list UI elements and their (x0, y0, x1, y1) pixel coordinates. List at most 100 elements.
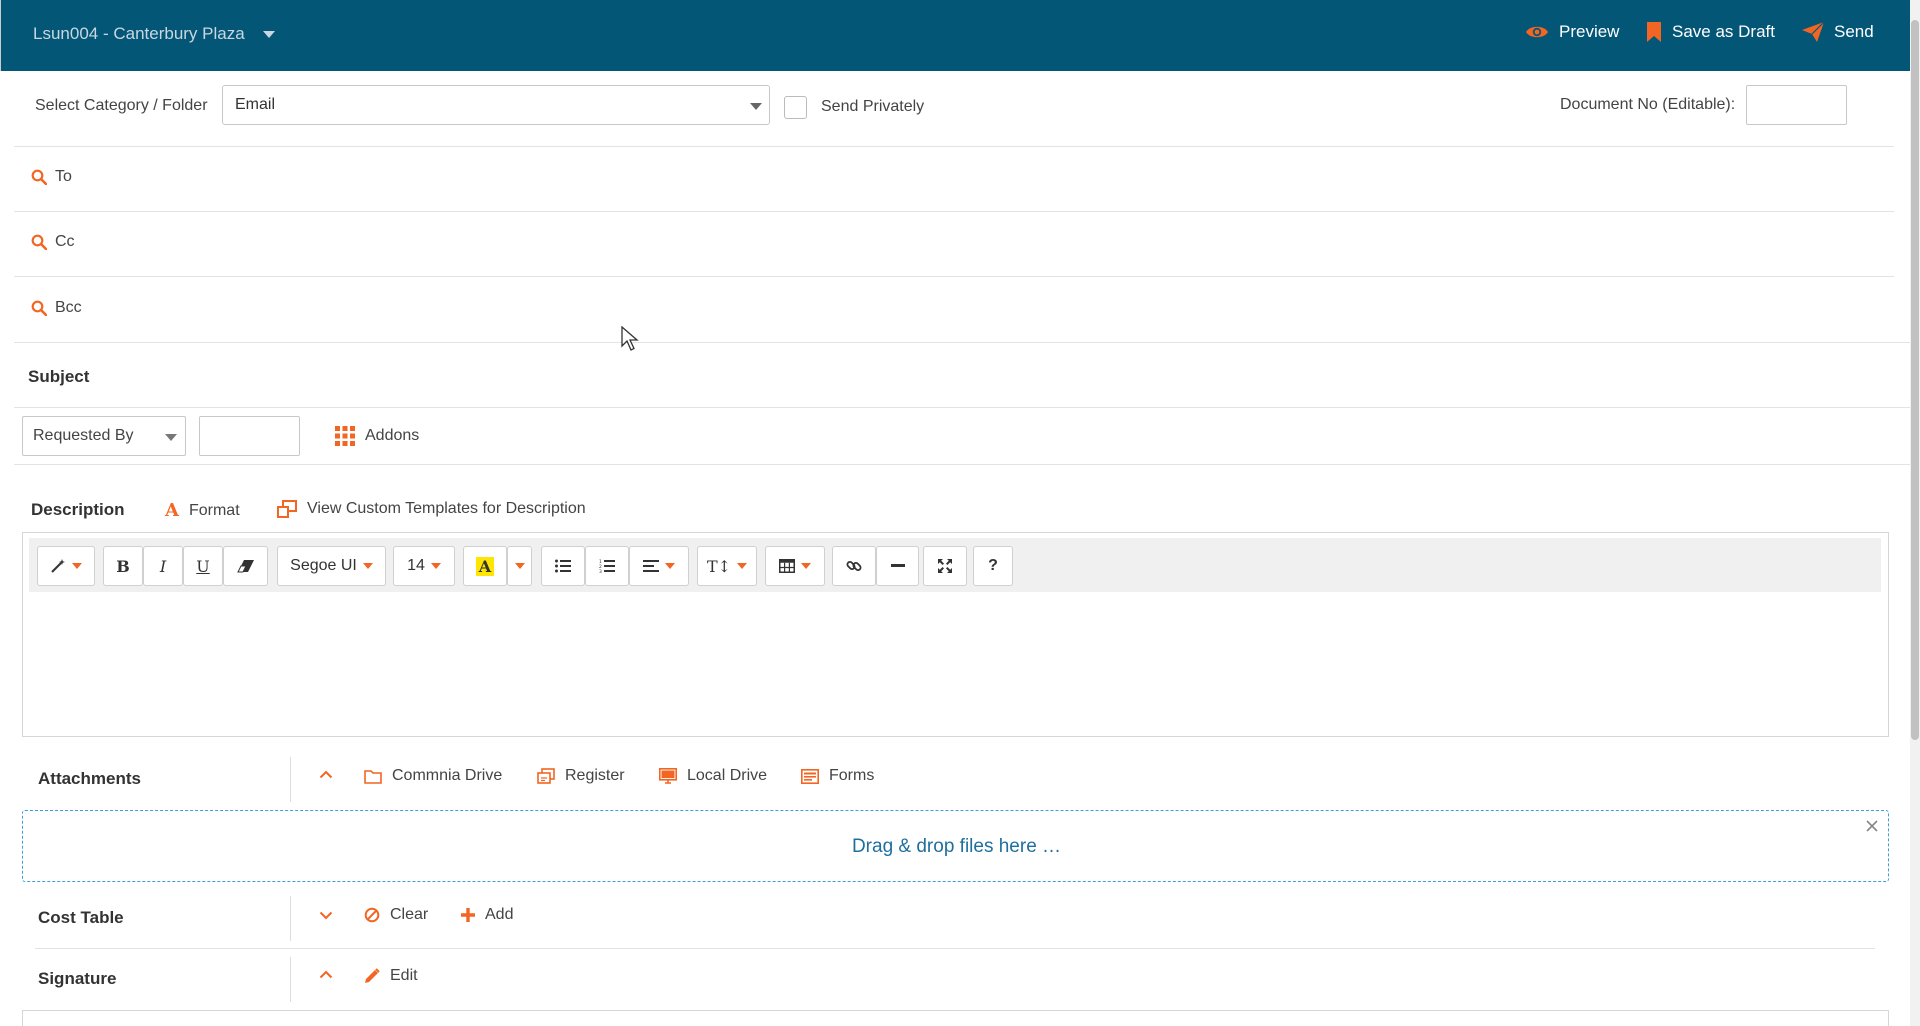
highlight-color-dropdown[interactable] (507, 546, 532, 586)
insert-link-button[interactable] (832, 546, 876, 586)
forms-icon (801, 768, 819, 784)
attachments-label: Attachments (38, 769, 141, 788)
search-icon (31, 300, 47, 316)
chevron-down-icon (72, 563, 82, 569)
line-height-dropdown[interactable]: T↕ (697, 546, 757, 586)
underline-button[interactable]: U (183, 546, 223, 586)
highlight-color-button[interactable]: A (463, 546, 507, 586)
magic-wand-icon (50, 558, 66, 574)
font-size-dropdown[interactable]: 14 (393, 546, 455, 586)
custom-templates-button[interactable]: View Custom Templates for Description (277, 500, 586, 518)
chevron-down-icon (362, 563, 373, 569)
chevron-up-icon[interactable] (319, 970, 333, 979)
project-selector[interactable]: Lsun004 - Canterbury Plaza (33, 24, 245, 44)
addons-button[interactable]: Addons (335, 426, 419, 446)
numbered-list-button[interactable]: 123 (585, 546, 629, 586)
format-label: Format (188, 501, 240, 519)
send-privately-checkbox[interactable] (784, 96, 807, 119)
folder-icon (364, 769, 382, 784)
chevron-down-icon (514, 563, 525, 569)
copy-window-icon (277, 500, 297, 518)
numbered-list-icon: 123 (599, 559, 615, 573)
horizontal-rule-button[interactable] (876, 546, 919, 586)
chevron-down-icon[interactable] (319, 911, 333, 920)
fullscreen-button[interactable] (923, 546, 967, 586)
text-height-icon: T↕ (706, 556, 732, 576)
bookmark-icon (1646, 22, 1662, 42)
magic-wand-dropdown[interactable] (37, 546, 95, 586)
chevron-down-icon[interactable] (263, 31, 275, 38)
table-dropdown[interactable] (765, 546, 825, 586)
paragraph-align-dropdown[interactable] (629, 546, 689, 586)
search-icon (31, 169, 47, 185)
chevron-up-icon[interactable] (319, 770, 333, 779)
edit-label: Edit (390, 967, 418, 984)
scrollbar-thumb[interactable] (1911, 20, 1919, 740)
divider (14, 464, 1910, 465)
local-drive-button[interactable]: Local Drive (659, 767, 767, 785)
divider (290, 896, 291, 941)
send-privately-label: Send Privately (821, 98, 925, 115)
eraser-button[interactable] (223, 546, 268, 586)
edit-signature-button[interactable]: Edit (364, 967, 418, 985)
help-button[interactable]: ? (973, 546, 1013, 586)
horizontal-rule-icon (890, 564, 905, 568)
local-drive-label: Local Drive (687, 767, 768, 784)
link-icon (846, 558, 862, 574)
send-label: Send (1834, 22, 1874, 41)
grid-icon (335, 426, 355, 446)
document-no-label: Document No (Editable): (1560, 96, 1736, 113)
monitor-icon (659, 768, 677, 784)
format-button[interactable]: A Format (165, 500, 240, 521)
cursor-icon (621, 326, 639, 352)
eye-icon (1525, 24, 1549, 40)
bcc-field[interactable]: Bcc (31, 299, 82, 317)
preview-button[interactable]: Preview (1525, 22, 1619, 42)
commnia-drive-button[interactable]: Commnia Drive (364, 767, 502, 785)
chevron-down-icon (801, 563, 811, 569)
divider (290, 757, 291, 802)
font-family-value: Segoe UI (290, 557, 357, 574)
bullet-list-button[interactable] (541, 546, 585, 586)
dropzone-text: Drag & drop files here … (851, 836, 1062, 857)
to-field[interactable]: To (31, 168, 72, 186)
cc-label: Cc (55, 233, 75, 250)
search-icon (31, 234, 47, 250)
font-family-dropdown[interactable]: Segoe UI (277, 546, 386, 586)
add-button[interactable]: Add (461, 906, 513, 924)
clear-button[interactable]: Clear (364, 906, 428, 924)
bullet-list-icon (555, 559, 571, 573)
font-size-value: 14 (407, 557, 425, 574)
forms-label: Forms (829, 767, 875, 784)
save-draft-label: Save as Draft (1672, 22, 1775, 41)
commnia-drive-label: Commnia Drive (392, 767, 503, 784)
divider (14, 407, 1910, 408)
bcc-label: Bcc (55, 299, 82, 316)
top-bar (0, 0, 1910, 71)
cc-field[interactable]: Cc (31, 233, 75, 251)
chevron-down-icon (165, 434, 177, 441)
close-icon[interactable] (1865, 819, 1879, 833)
requested-by-select[interactable]: Requested By (22, 416, 186, 456)
subject-field[interactable]: Subject (28, 367, 89, 387)
document-no-input[interactable] (1746, 85, 1847, 125)
requested-by-value: Requested By (33, 427, 134, 444)
eraser-icon (236, 559, 255, 573)
register-button[interactable]: Register (537, 767, 625, 785)
save-draft-button[interactable]: Save as Draft (1646, 22, 1775, 42)
file-dropzone[interactable]: Drag & drop files here … (22, 810, 1889, 882)
register-icon (537, 768, 555, 784)
bold-button[interactable]: B (103, 546, 143, 586)
font-letter-icon: A (165, 500, 179, 521)
send-button[interactable]: Send (1802, 22, 1874, 42)
custom-templates-label: View Custom Templates for Description (307, 500, 586, 517)
signature-frame (22, 1011, 1889, 1026)
requested-by-input[interactable] (199, 416, 300, 456)
forms-button[interactable]: Forms (801, 767, 874, 785)
category-select[interactable]: Email (222, 85, 770, 125)
italic-button[interactable]: I (143, 546, 183, 586)
preview-label: Preview (1559, 22, 1620, 41)
addons-label: Addons (365, 427, 420, 444)
align-left-icon (643, 559, 659, 573)
chevron-down-icon (750, 103, 762, 110)
